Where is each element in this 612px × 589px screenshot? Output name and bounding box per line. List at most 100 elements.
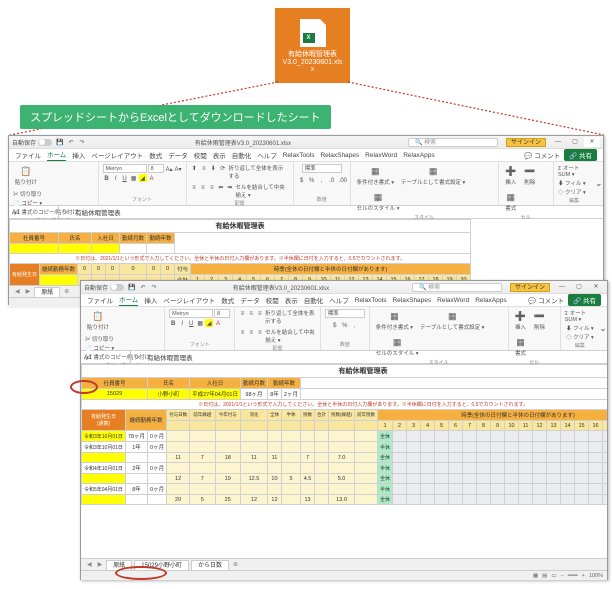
autosum-button[interactable]: Σ オートSUM ▾ — [565, 309, 595, 323]
font-color-icon[interactable]: A — [214, 319, 222, 327]
cond-format-button[interactable]: ▦条件付き書式 ▾ — [374, 309, 415, 332]
redo-icon[interactable]: ↷ — [150, 283, 158, 291]
fill-color-icon[interactable]: ◢ — [205, 319, 213, 327]
align-mid-icon[interactable]: ≡ — [200, 164, 207, 172]
ribbon-collapse-icon[interactable]: ⌄ — [594, 162, 603, 205]
tab-add-icon[interactable]: ⊕ — [231, 561, 240, 568]
tab-next-icon[interactable]: ▶ — [96, 561, 105, 568]
fx-icon[interactable]: fx — [59, 209, 72, 216]
maximize-icon[interactable]: ▢ — [571, 282, 587, 292]
tab-add-icon[interactable]: ⊕ — [62, 288, 71, 295]
name-box-2[interactable]: A1 — [81, 351, 131, 363]
fill-button[interactable]: ⬇ フィル ▾ — [566, 324, 594, 332]
name-box[interactable]: A1 — [9, 206, 59, 218]
number-format[interactable]: 標準 — [325, 309, 365, 318]
menu-ra[interactable]: RelaxApps — [475, 297, 506, 304]
border-icon[interactable]: ▦ — [130, 174, 138, 182]
menu-rw[interactable]: RelaxWord — [365, 152, 397, 159]
tab-next-icon[interactable]: ▶ — [24, 288, 33, 295]
zoom-in-icon[interactable]: + — [582, 573, 585, 579]
menu-review[interactable]: 校閲 — [266, 295, 279, 305]
view-normal-icon[interactable]: ▦ — [533, 573, 538, 579]
menu-file[interactable]: ファイル — [87, 295, 113, 305]
menu-formulas[interactable]: 数式 — [149, 150, 162, 160]
autosave-2[interactable]: 自動保存 — [84, 283, 124, 292]
insert-button[interactable]: ➕挿入 — [513, 309, 529, 332]
italic-icon[interactable]: I — [112, 174, 120, 182]
menu-comment[interactable]: 💬 コメント — [528, 295, 564, 305]
ribbon-collapse-icon[interactable]: ⌄ — [599, 307, 607, 350]
tab-genshi[interactable]: 原紙 — [34, 287, 60, 297]
view-layout-icon[interactable]: ▤ — [542, 573, 547, 579]
underline-icon[interactable]: U — [121, 174, 129, 182]
align-right-icon[interactable]: ≡ — [208, 183, 215, 191]
insert-button[interactable]: ➕挿入 — [503, 164, 519, 187]
minimize-icon[interactable]: — — [554, 282, 570, 292]
cut-button[interactable]: ✂ 切り取り — [13, 190, 78, 198]
menu-home[interactable]: ホーム — [119, 294, 138, 306]
menu-file[interactable]: ファイル — [15, 150, 41, 160]
maximize-icon[interactable]: ▢ — [567, 137, 583, 147]
close-icon[interactable]: ✕ — [584, 137, 600, 147]
font-color-icon[interactable]: A — [148, 174, 156, 182]
menu-rw[interactable]: RelaxWord — [437, 297, 469, 304]
grow-font-icon[interactable]: A▴ — [165, 165, 173, 173]
indent-dec-icon[interactable]: ⬅ — [217, 183, 224, 191]
minimize-icon[interactable]: — — [550, 137, 566, 147]
indent-inc-icon[interactable]: ➡ — [226, 183, 233, 191]
shrink-font-icon[interactable]: A▾ — [174, 165, 182, 173]
menu-rs[interactable]: RelaxShapes — [392, 297, 431, 304]
menu-rt[interactable]: RelaxTools — [355, 297, 387, 304]
signin-button-2[interactable]: サインイン — [510, 283, 550, 292]
align-icon[interactable]: ≡ — [239, 328, 246, 336]
cell[interactable]: 0 — [161, 264, 175, 275]
cell[interactable]: 0 — [120, 264, 147, 275]
autosum-button[interactable]: Σ オートSUM ▾ — [558, 164, 591, 178]
align-left-icon[interactable]: ≡ — [191, 183, 198, 191]
cell[interactable]: 0 — [147, 264, 161, 275]
currency-icon[interactable]: $ — [331, 321, 339, 329]
number-format[interactable]: 標準 — [302, 164, 342, 173]
menu-rs[interactable]: RelaxShapes — [320, 152, 359, 159]
menu-auto[interactable]: 自動化 — [232, 150, 252, 160]
menu-auto[interactable]: 自動化 — [304, 295, 324, 305]
dec-inc-icon[interactable]: .0 — [328, 176, 336, 184]
undo-icon[interactable]: ↶ — [67, 138, 75, 146]
align-center-icon[interactable]: ≡ — [199, 183, 206, 191]
search-box[interactable]: 🔍 検索 — [408, 138, 498, 147]
align-bot-icon[interactable]: ⬇ — [210, 164, 217, 172]
save-icon[interactable]: 💾 — [56, 138, 64, 146]
paste-button[interactable]: 📋貼り付け — [85, 309, 111, 332]
wrap-button[interactable]: 折り返して全体を表示する — [265, 309, 316, 325]
share-button[interactable]: 🔗 共有 — [564, 149, 597, 161]
percent-icon[interactable]: % — [341, 321, 349, 329]
menu-view[interactable]: 表示 — [213, 150, 226, 160]
share-button[interactable]: 🔗 共有 — [568, 294, 601, 306]
menu-ra[interactable]: RelaxApps — [403, 152, 434, 159]
wrap-button[interactable]: 折り返して全体を表示する — [228, 164, 288, 180]
signin-button[interactable]: サインイン — [506, 138, 546, 147]
tab-prev-icon[interactable]: ◀ — [13, 288, 22, 295]
menu-data[interactable]: データ — [168, 150, 188, 160]
formula-bar[interactable]: 有給休暇管理表 — [72, 207, 603, 217]
menu-data[interactable]: データ — [240, 295, 260, 305]
menu-insert[interactable]: 挿入 — [72, 150, 85, 160]
zoom-out-icon[interactable]: − — [561, 573, 564, 579]
table-format-button[interactable]: ▦テーブルとして書式設定 ▾ — [399, 164, 467, 187]
cell[interactable]: 0 — [92, 264, 106, 275]
zoom-value[interactable]: 100% — [589, 573, 603, 579]
table-format-button[interactable]: ▦テーブルとして書式設定 ▾ — [418, 309, 486, 332]
tab-prev-icon[interactable]: ◀ — [85, 561, 94, 568]
tab-days[interactable]: から日数 — [191, 560, 229, 570]
save-icon[interactable]: 💾 — [128, 283, 136, 291]
align-top-icon[interactable]: ⬆ — [191, 164, 198, 172]
menu-pagelayout[interactable]: ページレイアウト — [163, 295, 215, 305]
underline-icon[interactable]: U — [187, 319, 195, 327]
menu-home[interactable]: ホーム — [47, 149, 66, 161]
menu-comment[interactable]: 💬 コメント — [524, 150, 560, 160]
menu-insert[interactable]: 挿入 — [144, 295, 157, 305]
currency-icon[interactable]: $ — [298, 176, 306, 184]
bold-icon[interactable]: B — [169, 319, 177, 327]
formula-bar-2[interactable]: 有給休暇管理表 — [144, 352, 607, 362]
autosave-toggle[interactable] — [38, 139, 52, 146]
